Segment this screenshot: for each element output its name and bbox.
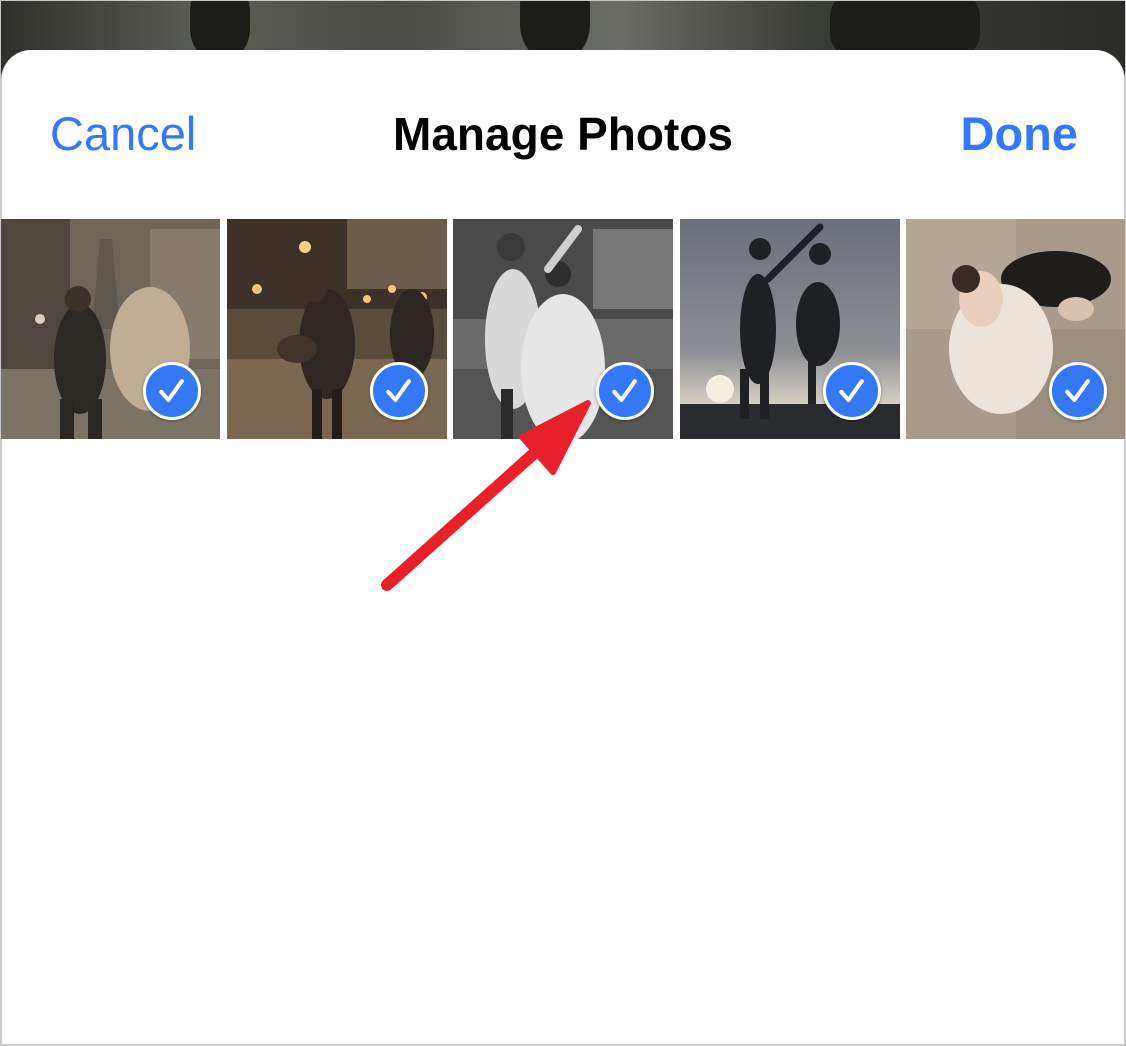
checkmark-icon xyxy=(386,379,411,402)
photo-thumbnail[interactable] xyxy=(906,219,1126,439)
photo-thumbnail[interactable] xyxy=(453,219,673,439)
page-title: Manage Photos xyxy=(393,108,733,160)
selected-checkmark[interactable] xyxy=(596,362,654,420)
done-button[interactable]: Done xyxy=(961,104,1079,164)
checkmark-icon xyxy=(612,379,637,402)
selected-checkmark[interactable] xyxy=(370,362,428,420)
photo-strip xyxy=(0,219,1126,439)
photo-thumbnail[interactable] xyxy=(0,219,220,439)
manage-photos-sheet xyxy=(1,50,1125,1045)
checkmark-icon xyxy=(159,379,184,402)
photo-thumbnail[interactable] xyxy=(680,219,900,439)
photo-thumbnail[interactable] xyxy=(227,219,447,439)
selected-checkmark[interactable] xyxy=(143,362,201,420)
checkmark-icon xyxy=(839,379,864,402)
selected-checkmark[interactable] xyxy=(1049,362,1107,420)
checkmark-icon xyxy=(1065,379,1090,402)
selected-checkmark[interactable] xyxy=(823,362,881,420)
